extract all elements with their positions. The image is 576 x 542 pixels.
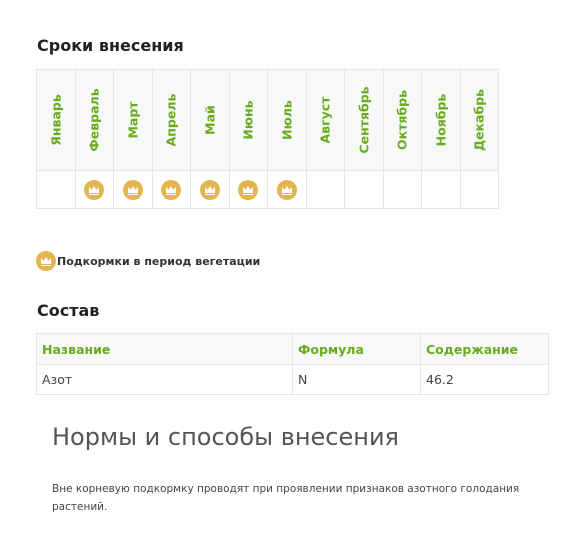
schedule-heading: Сроки внесения	[37, 36, 184, 55]
month-label: Октябрь	[394, 90, 410, 150]
month-label: Июль	[279, 100, 295, 140]
month-label: Ноябрь	[433, 93, 449, 147]
month-label: Март	[125, 101, 141, 139]
month-cell-jul	[267, 170, 307, 209]
month-header-nov: Ноябрь	[421, 69, 461, 171]
month-cell-jan	[36, 170, 76, 209]
crown-icon	[122, 179, 143, 200]
month-cell-mar	[113, 170, 153, 209]
cell-content: 46.2	[420, 364, 549, 395]
month-label: Сентябрь	[356, 86, 372, 154]
months-marks-row	[36, 170, 499, 209]
crown-icon	[161, 179, 182, 200]
month-header-oct: Октябрь	[382, 69, 422, 171]
month-label: Февраль	[86, 88, 102, 152]
column-header-name: Название	[36, 333, 293, 365]
column-header-content: Содержание	[420, 333, 549, 365]
month-label: Май	[202, 105, 218, 135]
month-header-may: Май	[190, 69, 230, 171]
crown-icon	[238, 179, 259, 200]
month-cell-jun	[228, 170, 268, 209]
crown-icon	[199, 179, 220, 200]
month-header-jan: Январь	[36, 69, 76, 171]
cell-formula: N	[292, 364, 421, 395]
month-header-feb: Февраль	[74, 69, 114, 171]
crown-icon	[84, 179, 105, 200]
month-header-jun: Июнь	[228, 69, 268, 171]
month-header-mar: Март	[113, 69, 153, 171]
month-cell-nov	[421, 170, 461, 209]
months-table: Январь Февраль Март Апрель Май Июнь Июль…	[36, 69, 499, 209]
crown-icon	[36, 251, 56, 271]
month-header-apr: Апрель	[151, 69, 191, 171]
crown-icon	[276, 179, 297, 200]
month-cell-may	[190, 170, 230, 209]
cell-name: Азот	[36, 364, 293, 395]
month-label: Декабрь	[471, 88, 487, 152]
month-label: Июнь	[240, 100, 256, 140]
legend: Подкормки в период вегетации	[36, 251, 260, 271]
month-cell-apr	[151, 170, 191, 209]
month-cell-sep	[344, 170, 384, 209]
month-label: Январь	[48, 94, 64, 146]
norms-description: Вне корневую подкормку проводят при проя…	[52, 483, 520, 513]
month-label: Апрель	[163, 93, 179, 147]
composition-heading: Состав	[37, 301, 100, 320]
norms-heading: Нормы и способы внесения	[52, 423, 399, 451]
composition-table: Название Формула Содержание Азот N 46.2	[36, 333, 549, 395]
month-header-aug: Август	[305, 69, 345, 171]
composition-header-row: Название Формула Содержание	[36, 333, 549, 365]
month-cell-dec	[459, 170, 499, 209]
month-cell-oct	[382, 170, 422, 209]
column-header-formula: Формула	[292, 333, 421, 365]
legend-text: Подкормки в период вегетации	[57, 254, 261, 268]
month-header-jul: Июль	[267, 69, 307, 171]
table-row: Азот N 46.2	[36, 364, 549, 395]
month-label: Август	[317, 96, 333, 144]
month-cell-aug	[305, 170, 345, 209]
month-cell-feb	[74, 170, 114, 209]
months-header-row: Январь Февраль Март Апрель Май Июнь Июль…	[36, 69, 499, 171]
month-header-sep: Сентябрь	[344, 69, 384, 171]
month-header-dec: Декабрь	[459, 69, 499, 171]
